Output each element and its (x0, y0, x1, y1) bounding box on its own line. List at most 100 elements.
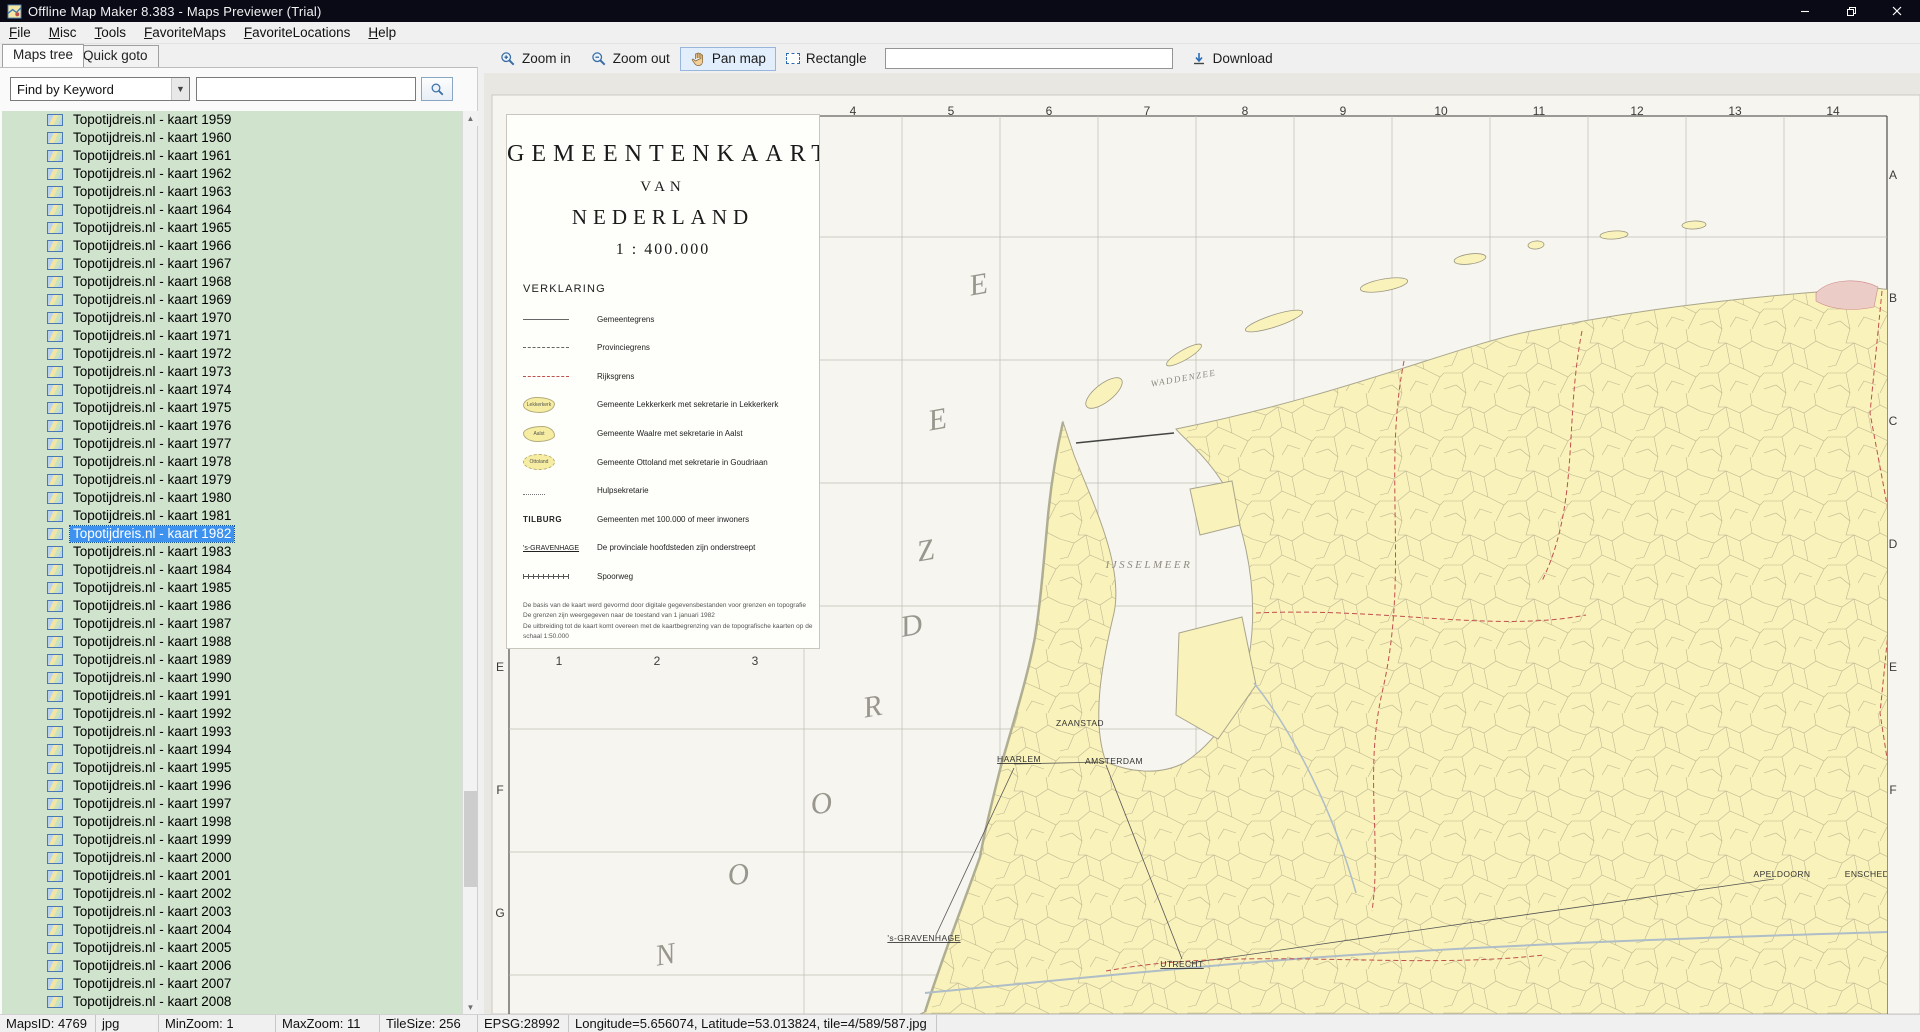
tree-item[interactable]: Topotijdreis.nl - kaart 1971 (2, 327, 463, 345)
tree-item[interactable]: Topotijdreis.nl - kaart 1961 (2, 147, 463, 165)
tree-item[interactable]: Topotijdreis.nl - kaart 1986 (2, 597, 463, 615)
find-button[interactable] (421, 77, 453, 101)
map-text: 14 (1826, 104, 1840, 118)
tree-item[interactable]: Topotijdreis.nl - kaart 1999 (2, 831, 463, 849)
tree-item[interactable]: Topotijdreis.nl - kaart 1995 (2, 759, 463, 777)
map-toolbar-input[interactable] (885, 48, 1173, 69)
find-mode-combobox[interactable]: Find by Keyword ▼ (10, 77, 190, 101)
tree-item[interactable]: Topotijdreis.nl - kaart 1973 (2, 363, 463, 381)
menu-help[interactable]: Help (359, 23, 405, 42)
tree-item[interactable]: Topotijdreis.nl - kaart 2007 (2, 975, 463, 993)
tree-item[interactable]: Topotijdreis.nl - kaart 1975 (2, 399, 463, 417)
tree-item[interactable]: Topotijdreis.nl - kaart 1966 (2, 237, 463, 255)
tree-item[interactable]: Topotijdreis.nl - kaart 1997 (2, 795, 463, 813)
legend-symbol (523, 376, 597, 377)
restore-button[interactable] (1828, 0, 1874, 22)
close-button[interactable] (1874, 0, 1920, 22)
minimize-button[interactable] (1782, 0, 1828, 22)
tree-item[interactable]: Topotijdreis.nl - kaart 2008 (2, 993, 463, 1011)
zoom-in-button[interactable]: Zoom in (490, 47, 581, 71)
find-mode-value: Find by Keyword (11, 82, 171, 97)
map-layer-icon (47, 528, 63, 540)
tree-item[interactable]: Topotijdreis.nl - kaart 1968 (2, 273, 463, 291)
tree-item[interactable]: Topotijdreis.nl - kaart 2001 (2, 867, 463, 885)
tree-item[interactable]: Topotijdreis.nl - kaart 1980 (2, 489, 463, 507)
tree-item-selected[interactable]: Topotijdreis.nl - kaart 1982 (2, 525, 463, 543)
tree-item[interactable]: Topotijdreis.nl - kaart 1988 (2, 633, 463, 651)
tree-item[interactable]: Topotijdreis.nl - kaart 2005 (2, 939, 463, 957)
legend-entry: Provinciegrens (523, 334, 819, 363)
tree-item[interactable]: Topotijdreis.nl - kaart 1967 (2, 255, 463, 273)
tree-item[interactable]: Topotijdreis.nl - kaart 1991 (2, 687, 463, 705)
map-layer-icon (47, 546, 63, 558)
tree-item[interactable]: Topotijdreis.nl - kaart 1985 (2, 579, 463, 597)
legend-title-van: VAN (507, 179, 819, 196)
tree-item-label: Topotijdreis.nl - kaart 1985 (70, 580, 234, 596)
tree-item[interactable]: Topotijdreis.nl - kaart 1981 (2, 507, 463, 525)
tree-item-label: Topotijdreis.nl - kaart 2007 (70, 976, 234, 992)
legend-verklaring-heading: VERKLARING (523, 283, 819, 295)
tree-item[interactable]: Topotijdreis.nl - kaart 1964 (2, 201, 463, 219)
tree-item[interactable]: Topotijdreis.nl - kaart 1998 (2, 813, 463, 831)
tree-item[interactable]: Topotijdreis.nl - kaart 1960 (2, 129, 463, 147)
tree-item[interactable]: Topotijdreis.nl - kaart 2000 (2, 849, 463, 867)
pan-map-button[interactable]: Pan map (680, 47, 776, 71)
tree-item[interactable]: Topotijdreis.nl - kaart 2003 (2, 903, 463, 921)
scroll-up-icon[interactable]: ▲ (463, 111, 478, 126)
map-layer-icon (47, 672, 63, 684)
tree-item[interactable]: Topotijdreis.nl - kaart 1984 (2, 561, 463, 579)
map-text: ZAANSTAD (1056, 718, 1104, 728)
menu-favoritemaps[interactable]: FavoriteMaps (135, 23, 235, 42)
tree-item[interactable]: Topotijdreis.nl - kaart 1992 (2, 705, 463, 723)
scroll-down-icon[interactable]: ▼ (463, 1000, 478, 1015)
tab-maps-tree[interactable]: Maps tree (2, 44, 84, 67)
tree-item[interactable]: Topotijdreis.nl - kaart 1983 (2, 543, 463, 561)
tree-item[interactable]: Topotijdreis.nl - kaart 1987 (2, 615, 463, 633)
map-viewport[interactable]: NOORDZEE IJSSELMEERWADDENZEE HAARLEMZAAN… (484, 73, 1920, 1014)
status-tile-size: TileSize: 256 (380, 1015, 478, 1032)
tree-item[interactable]: Topotijdreis.nl - kaart 1965 (2, 219, 463, 237)
tree-item[interactable]: Topotijdreis.nl - kaart 1977 (2, 435, 463, 453)
map-text: IJSSELMEER (1105, 559, 1193, 571)
tree-item[interactable]: Topotijdreis.nl - kaart 2004 (2, 921, 463, 939)
tree-item[interactable]: Topotijdreis.nl - kaart 1993 (2, 723, 463, 741)
tree-item[interactable]: Topotijdreis.nl - kaart 1990 (2, 669, 463, 687)
tree-item[interactable]: Topotijdreis.nl - kaart 1994 (2, 741, 463, 759)
tree-item[interactable]: Topotijdreis.nl - kaart 2006 (2, 957, 463, 975)
tree-item[interactable]: Topotijdreis.nl - kaart 1972 (2, 345, 463, 363)
map-layer-icon (47, 942, 63, 954)
download-button[interactable]: Download (1181, 47, 1283, 71)
menu-favoritelocations[interactable]: FavoriteLocations (235, 23, 360, 42)
tree-scrollbar[interactable]: ▲ ▼ (462, 111, 477, 1015)
tree-item[interactable]: Topotijdreis.nl - kaart 1976 (2, 417, 463, 435)
tree-item[interactable]: Topotijdreis.nl - kaart 1962 (2, 165, 463, 183)
find-keyword-input[interactable] (196, 77, 416, 101)
rectangle-icon (786, 53, 800, 64)
zoom-out-button[interactable]: Zoom out (581, 47, 680, 71)
menu-misc[interactable]: Misc (40, 23, 86, 42)
status-min-zoom: MinZoom: 1 (159, 1015, 276, 1032)
map-text: D (1889, 537, 1898, 551)
tree-item[interactable]: Topotijdreis.nl - kaart 1989 (2, 651, 463, 669)
tree-item[interactable]: Topotijdreis.nl - kaart 1969 (2, 291, 463, 309)
legend-scale: 1 : 400.000 (507, 241, 819, 259)
map-layer-icon (47, 132, 63, 144)
tree-item[interactable]: Topotijdreis.nl - kaart 1959 (2, 111, 463, 129)
tree-item-label: Topotijdreis.nl - kaart 1973 (70, 364, 234, 380)
tree-item-label: Topotijdreis.nl - kaart 1986 (70, 598, 234, 614)
tree-item[interactable]: Topotijdreis.nl - kaart 1996 (2, 777, 463, 795)
rectangle-button[interactable]: Rectangle (776, 47, 877, 70)
scrollbar-thumb[interactable] (464, 791, 477, 887)
map-text: F (496, 783, 503, 797)
tree-item[interactable]: Topotijdreis.nl - kaart 1963 (2, 183, 463, 201)
tab-quick-goto[interactable]: Quick goto (72, 45, 159, 67)
tree-item[interactable]: Topotijdreis.nl - kaart 1970 (2, 309, 463, 327)
tree-item[interactable]: Topotijdreis.nl - kaart 2002 (2, 885, 463, 903)
tree-item[interactable]: Topotijdreis.nl - kaart 1979 (2, 471, 463, 489)
chevron-down-icon[interactable]: ▼ (171, 78, 189, 100)
tree-item[interactable]: Topotijdreis.nl - kaart 1978 (2, 453, 463, 471)
menu-tools[interactable]: Tools (86, 23, 136, 42)
zoom-out-label: Zoom out (613, 51, 670, 66)
menu-file[interactable]: File (0, 23, 40, 42)
tree-item[interactable]: Topotijdreis.nl - kaart 1974 (2, 381, 463, 399)
